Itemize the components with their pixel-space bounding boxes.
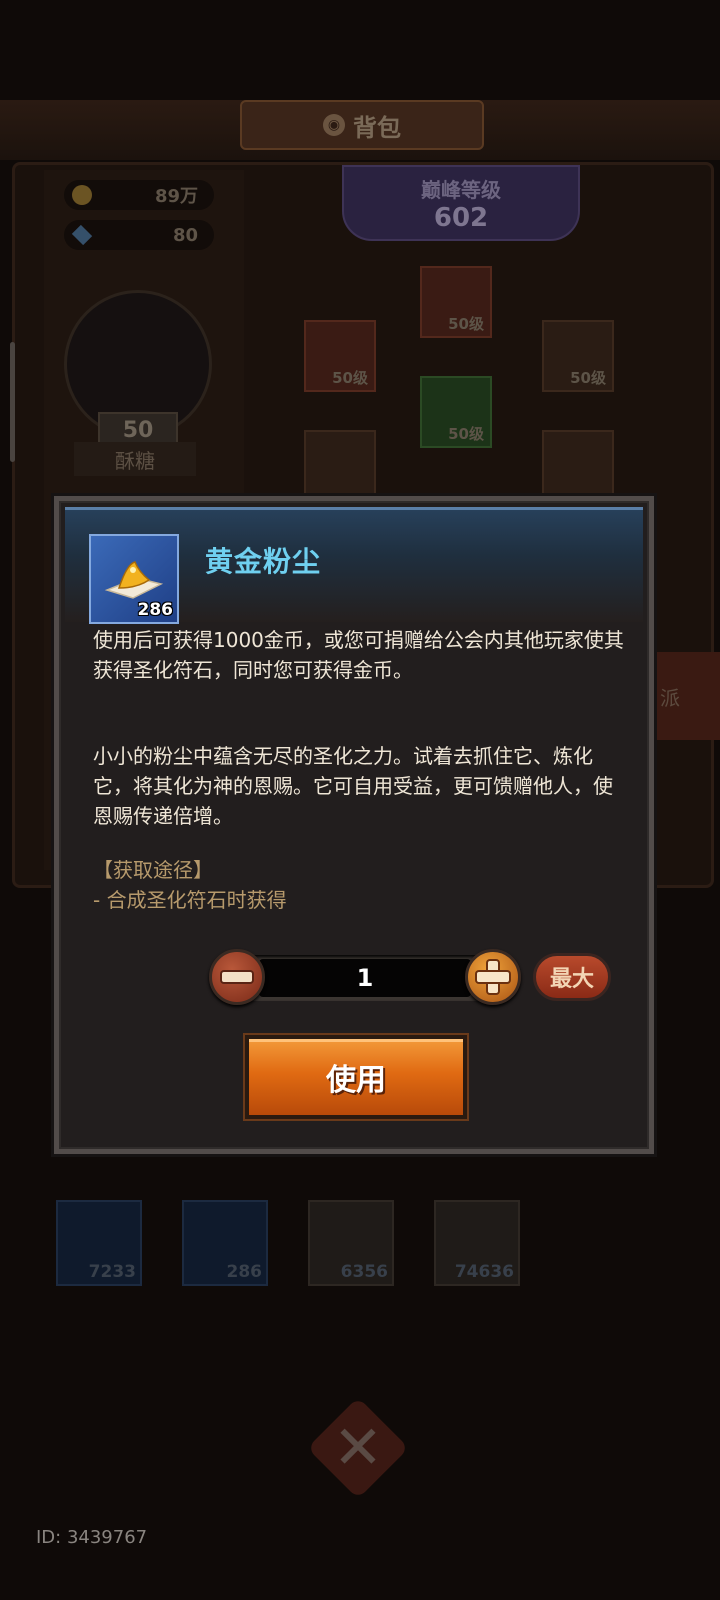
dust-pile-icon (104, 561, 164, 599)
inventory-slot[interactable]: 74636 (434, 1200, 520, 1286)
inventory-slot[interactable]: 7233 (56, 1200, 142, 1286)
quantity-input[interactable]: 1 (259, 959, 471, 997)
equip-slot[interactable] (304, 430, 376, 502)
plus-icon (477, 961, 509, 993)
increase-button[interactable] (465, 949, 521, 1005)
coin-icon (72, 185, 92, 205)
backpack-icon: ◉ (323, 114, 345, 136)
decrease-button[interactable] (209, 949, 265, 1005)
quantity-stepper: 1 (209, 949, 521, 1009)
gold-dust-icon: 286 (89, 534, 179, 624)
equip-slot[interactable]: 50级 (420, 376, 492, 448)
source-item: - 合成圣化符石时获得 (93, 888, 287, 912)
character-name: 酥糖 (74, 442, 196, 476)
gold-currency: 89万 (64, 180, 214, 210)
equip-slot[interactable]: 50级 (420, 266, 492, 338)
item-count: 286 (137, 600, 174, 620)
close-icon[interactable]: ✕ (322, 1412, 394, 1484)
scrollbar[interactable] (10, 342, 15, 462)
peak-level-plate[interactable]: 巅峰等级 602 (342, 165, 580, 241)
source-title: 【获取途径】 (93, 858, 213, 882)
equip-slot[interactable]: 50级 (304, 320, 376, 392)
item-detail-modal: 286 黄金粉尘 使用后可获得1000金币，或您可捐赠给公会内其他玩家使其获得圣… (54, 496, 654, 1154)
modal-header: 286 黄金粉尘 (65, 507, 643, 624)
gem-icon (71, 224, 93, 246)
user-id: ID: 3439767 (36, 1527, 148, 1548)
inventory-slot[interactable]: 6356 (308, 1200, 394, 1286)
equip-slot[interactable] (542, 430, 614, 502)
max-button[interactable]: 最大 (533, 953, 611, 1001)
gem-currency: 80 (64, 220, 214, 250)
backpack-title: ◉ 背包 (240, 100, 484, 150)
item-name: 黄金粉尘 (205, 545, 322, 578)
item-description-lore: 小小的粉尘中蕴含无尽的圣化之力。试着去抓住它、炼化它，将其化为神的恩赐。它可自用… (93, 744, 613, 828)
minus-icon (222, 972, 252, 982)
inventory-slot[interactable]: 286 (182, 1200, 268, 1286)
item-description-usage: 使用后可获得1000金币，或您可捐赠给公会内其他玩家使其获得圣化符石，同时您可获… (93, 628, 624, 682)
use-button[interactable]: 使用 (245, 1035, 467, 1119)
equip-slot[interactable]: 50级 (542, 320, 614, 392)
